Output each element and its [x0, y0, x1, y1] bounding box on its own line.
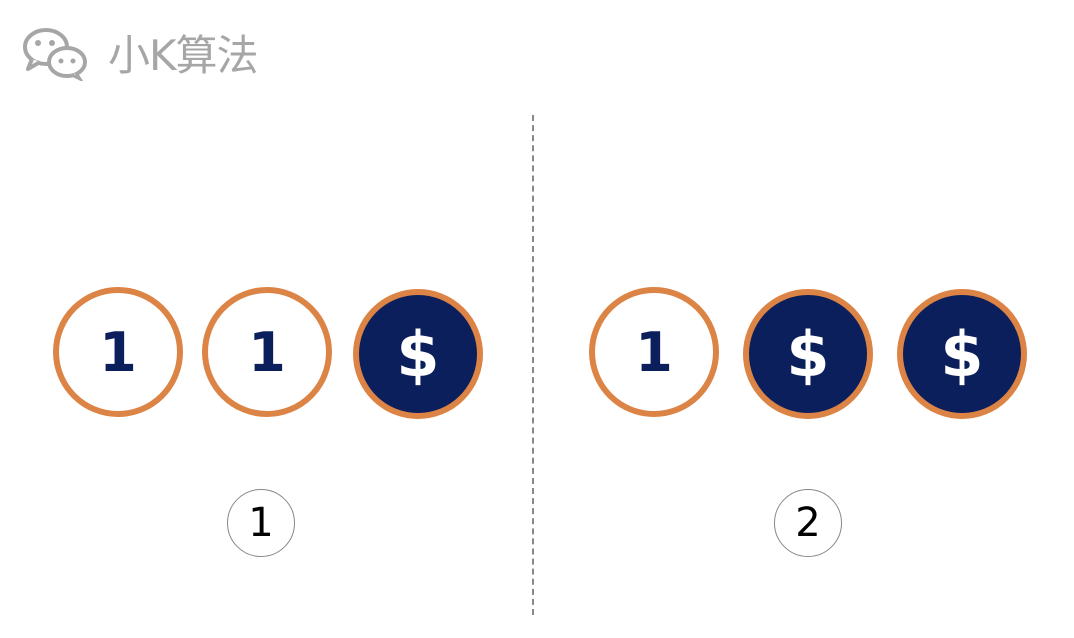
- group-label: 2: [774, 489, 842, 557]
- dashed-divider: [532, 115, 534, 615]
- coin-one: 1: [589, 287, 719, 417]
- logo-title: 小K算法: [108, 31, 259, 80]
- coin-one: 1: [202, 287, 332, 417]
- group-label: 1: [227, 489, 295, 557]
- diagram: 小K算法 1 1 $ 1 $ $ 1 2: [0, 0, 1074, 638]
- coin-dollar: $: [743, 289, 873, 419]
- coin-one: 1: [53, 287, 183, 417]
- coin-dollar: $: [897, 289, 1027, 419]
- wechat-icon: [23, 27, 87, 81]
- logo: 小K算法: [22, 22, 259, 83]
- coin-dollar: $: [353, 289, 483, 419]
